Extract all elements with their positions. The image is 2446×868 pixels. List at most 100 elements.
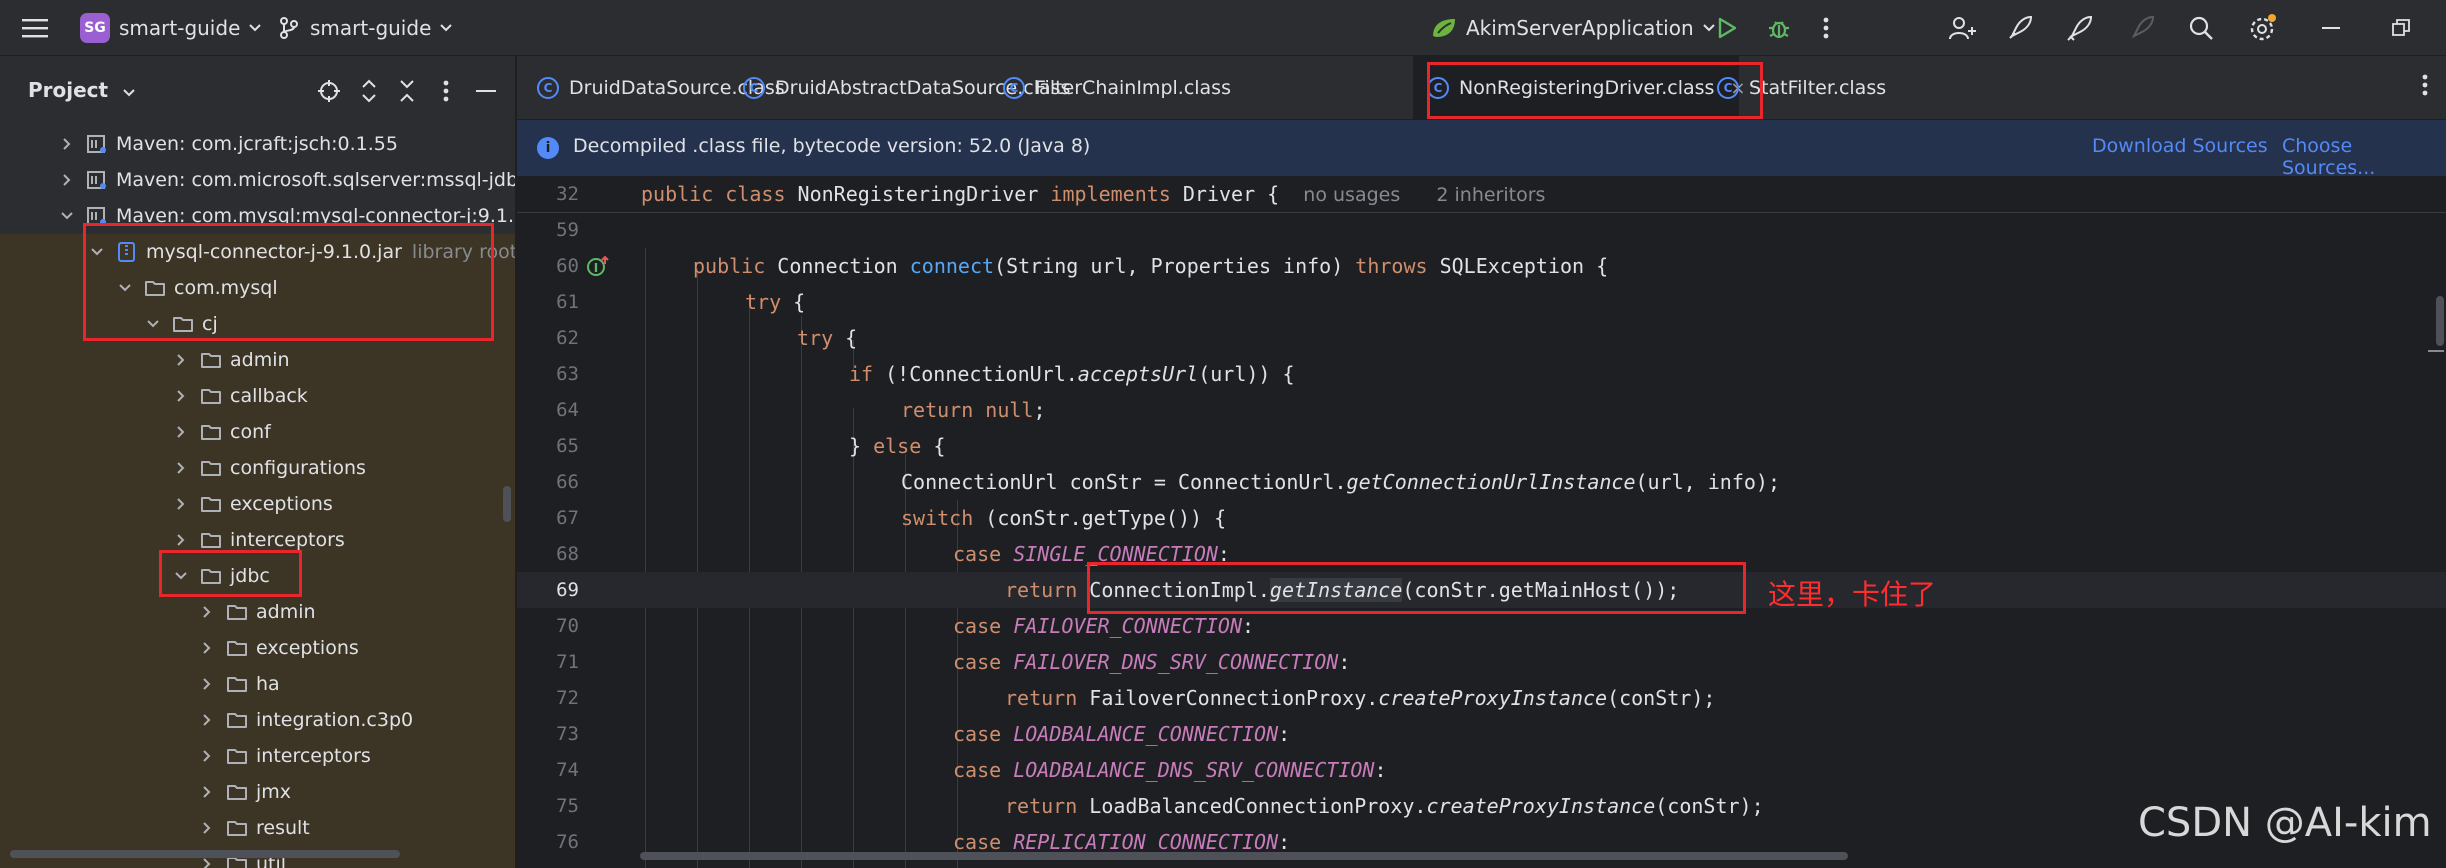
project-panel-title[interactable]: Project [28, 78, 135, 102]
editor-tab[interactable]: C StatFilter.class [1717, 56, 1927, 120]
code-text: case FAILOVER_CONNECTION: [953, 614, 1255, 638]
tree-item[interactable]: callback [0, 378, 515, 414]
tree-item-label: jmx [256, 781, 292, 803]
tree-item[interactable]: Maven: com.microsoft.sqlserver:mssql-jdb… [0, 162, 515, 198]
options-kebab-icon[interactable] [433, 78, 459, 104]
chevron-right-icon[interactable] [172, 495, 190, 513]
choose-sources-link[interactable]: Choose Sources... [2282, 135, 2446, 179]
debug-button[interactable] [1766, 0, 1792, 56]
tree-item[interactable]: interceptors [0, 522, 515, 558]
tree-item[interactable]: jmx [0, 774, 515, 810]
tree-item[interactable]: jdbc [0, 558, 515, 594]
tab-options-kebab-icon[interactable] [2422, 74, 2428, 101]
tree-item-label: com.mysql [174, 277, 278, 299]
tree-item[interactable]: mysql-connector-j-9.1.0.jar library root [0, 234, 515, 270]
chevron-down-icon[interactable] [172, 567, 190, 585]
tree-item-label: result [256, 817, 310, 839]
tree-item[interactable]: admin [0, 342, 515, 378]
folder-icon [200, 494, 222, 514]
add-user-icon[interactable] [1948, 0, 1976, 56]
tree-vertical-scrollbar[interactable] [503, 486, 511, 522]
tree-horizontal-scrollbar[interactable] [10, 850, 400, 858]
run-config-selector[interactable]: AkimServerApplication [1430, 0, 1716, 56]
watermark: CSDN @AI-kim [2138, 800, 2432, 846]
chevron-right-icon[interactable] [198, 603, 216, 621]
run-button[interactable] [1716, 0, 1738, 56]
scrollbar-marker [2428, 350, 2444, 352]
chevron-right-icon[interactable] [198, 783, 216, 801]
chevron-down-icon[interactable] [116, 279, 134, 297]
tree-item[interactable]: Maven: com.mysql:mysql-connector-j:9.1.0 [0, 198, 515, 234]
locate-target-icon[interactable] [316, 78, 342, 104]
tree-item[interactable]: interceptors [0, 738, 515, 774]
line-number: 67 [556, 507, 579, 529]
code-text: return LoadBalancedConnectionProxy.creat… [1005, 794, 1764, 818]
restore-window-icon[interactable] [2392, 0, 2410, 56]
chevron-right-icon[interactable] [198, 675, 216, 693]
tree-item[interactable]: com.mysql [0, 270, 515, 306]
download-sources-link[interactable]: Download Sources [2092, 135, 2268, 157]
code-line: 74 case LOADBALANCE_DNS_SRV_CONNECTION: [517, 752, 2446, 788]
inheritors-hint[interactable]: 2 inheritors [1436, 184, 1545, 206]
chevron-right-icon[interactable] [172, 423, 190, 441]
main-menu-icon[interactable] [22, 0, 48, 56]
tree-item[interactable]: admin [0, 594, 515, 630]
search-icon[interactable] [2188, 0, 2214, 56]
folder-icon [200, 350, 222, 370]
line-number: 62 [556, 327, 579, 349]
editor-tab[interactable]: C NonRegisteringDriver.class × [1413, 56, 1746, 120]
chevron-down-icon[interactable] [58, 207, 76, 225]
hide-panel-icon[interactable] [473, 78, 499, 104]
code-text: public Connection connect(String url, Pr… [693, 254, 1609, 278]
tree-item[interactable]: integration.c3p0 [0, 702, 515, 738]
chevron-right-icon[interactable] [172, 531, 190, 549]
chevron-right-icon[interactable] [58, 135, 76, 153]
java-class-icon: C [1717, 77, 1739, 99]
expand-all-icon[interactable] [356, 78, 382, 104]
chevron-right-icon[interactable] [172, 387, 190, 405]
tree-item[interactable]: configurations [0, 450, 515, 486]
collapse-all-icon[interactable] [394, 78, 420, 104]
chevron-down-icon[interactable] [144, 315, 162, 333]
chevron-right-icon[interactable] [172, 351, 190, 369]
usages-hint[interactable]: no usages [1303, 184, 1400, 206]
tree-item[interactable]: exceptions [0, 630, 515, 666]
editor-horizontal-scrollbar[interactable] [640, 852, 1848, 860]
settings-gear-icon[interactable] [2248, 0, 2278, 56]
tree-item[interactable]: cj [0, 306, 515, 342]
chevron-right-icon[interactable] [198, 711, 216, 729]
line-number: 61 [556, 291, 579, 313]
minimize-window-icon[interactable] [2322, 0, 2340, 56]
folder-icon [226, 674, 248, 694]
editor-tab-label: FilterChainImpl.class [1035, 77, 1231, 99]
deploy-rocket-icon[interactable] [2006, 0, 2034, 56]
publish-rocket-icon[interactable] [2066, 0, 2094, 56]
tree-item[interactable]: ha [0, 666, 515, 702]
implements-method-gutter-icon[interactable]: I [583, 248, 613, 284]
chevron-right-icon[interactable] [198, 819, 216, 837]
editor-tab[interactable]: C FilterChainImpl.class [1003, 56, 1231, 120]
more-actions-icon[interactable] [1823, 0, 1829, 56]
chevron-down-icon[interactable] [88, 243, 106, 261]
chevron-right-icon[interactable] [58, 171, 76, 189]
editor-vertical-scrollbar[interactable] [2436, 296, 2444, 346]
code-editor[interactable]: 32 public class NonRegisteringDriver imp… [517, 176, 2446, 868]
code-text: switch (conStr.getType()) { [901, 506, 1227, 530]
project-selector[interactable]: SG smart-guide [80, 0, 262, 56]
editor-tab[interactable]: C DruidAbstractDataSource.class [743, 56, 1070, 120]
branch-selector[interactable]: smart-guide [278, 0, 453, 56]
folder-icon [226, 638, 248, 658]
chevron-right-icon[interactable] [172, 459, 190, 477]
chevron-right-icon[interactable] [198, 747, 216, 765]
info-icon: i [537, 137, 559, 159]
code-line: 72 return FailoverConnectionProxy.create… [517, 680, 2446, 716]
tree-item[interactable]: conf [0, 414, 515, 450]
tree-item[interactable]: Maven: com.jcraft:jsch:0.1.55 [0, 126, 515, 162]
tree-item[interactable]: result [0, 810, 515, 846]
editor-tab[interactable]: C DruidDataSource.class [537, 56, 785, 120]
code-text: ConnectionUrl conStr = ConnectionUrl.get… [901, 470, 1781, 494]
tree-item[interactable]: exceptions [0, 486, 515, 522]
run-icon [1718, 17, 1737, 39]
chevron-right-icon[interactable] [198, 639, 216, 657]
code-text: public class NonRegisteringDriver implem… [641, 182, 1546, 206]
